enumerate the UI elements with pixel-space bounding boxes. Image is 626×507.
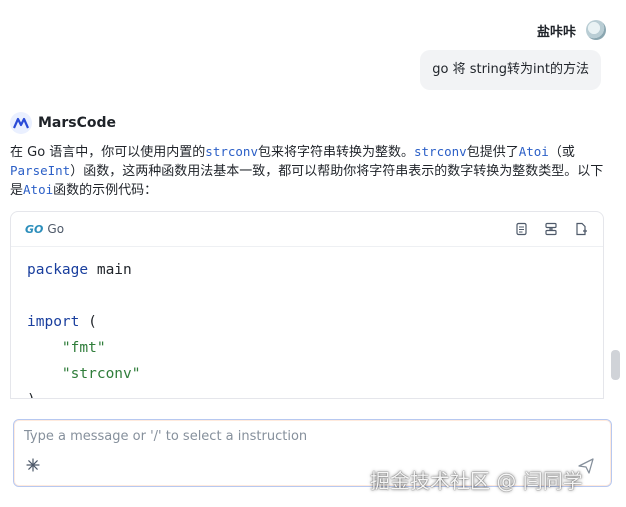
code-token: import <box>27 314 80 330</box>
bot-name: MarsCode <box>38 115 117 131</box>
code-line: "strconv" <box>27 361 587 387</box>
user-name: 盐咔咔 <box>536 24 576 40</box>
inline-code: Atoi <box>23 182 54 197</box>
user-header: 盐咔咔 <box>537 20 606 40</box>
copy-icon[interactable] <box>513 221 529 237</box>
bot-intro-text: 在 Go 语言中，你可以使用内置的strconv包来将字符串转换为整数。strc… <box>10 143 605 200</box>
code-token: ) <box>27 392 36 398</box>
intro-text-segment: 在 Go 语言中，你可以使用内置的 <box>10 145 206 160</box>
inline-code: strconv <box>414 144 467 159</box>
inline-code: Atoi <box>518 144 549 159</box>
apply-icon[interactable] <box>573 221 589 237</box>
user-avatar[interactable] <box>586 20 606 40</box>
code-content: package main import ( "fmt" "strconv") <box>11 247 603 398</box>
code-block: GO Go package main import ( "fmt" "strcon… <box>10 211 604 399</box>
insert-icon[interactable] <box>543 221 559 237</box>
sparkle-icon[interactable] <box>26 457 40 472</box>
code-token: package <box>27 262 89 278</box>
code-toolbar <box>513 221 589 237</box>
intro-text-segment: 函数的示例代码： <box>53 183 158 198</box>
code-token: main <box>88 262 132 278</box>
inline-code: strconv <box>205 144 258 159</box>
code-token: "fmt" <box>61 340 106 356</box>
bot-header: MarsCode <box>10 112 116 134</box>
chat-scrollbar[interactable] <box>611 350 620 380</box>
input-placeholder: Type a message or '/' to select a instru… <box>24 429 308 444</box>
marscode-logo-icon <box>10 112 32 134</box>
user-message-bubble: go 将 string转为int的方法 <box>420 50 601 90</box>
intro-text-segment: 包提供了 <box>466 145 519 160</box>
code-block-header: GO Go <box>11 212 603 247</box>
intro-text-segment: （或 <box>548 145 575 160</box>
code-line: package main <box>27 257 587 283</box>
code-language: Go <box>47 222 65 236</box>
intro-text-segment: 包来将字符串转换为整数。 <box>257 145 414 160</box>
watermark: 掘金技术社区 @ 闫同学 <box>370 469 583 493</box>
code-token: ( <box>79 314 97 330</box>
code-token: "strconv" <box>61 366 141 382</box>
code-line: "fmt" <box>27 335 587 361</box>
code-line: import ( <box>27 309 587 335</box>
go-logo-icon: GO <box>25 222 44 236</box>
inline-code: ParseInt <box>10 163 71 178</box>
code-line: ) <box>27 387 587 398</box>
